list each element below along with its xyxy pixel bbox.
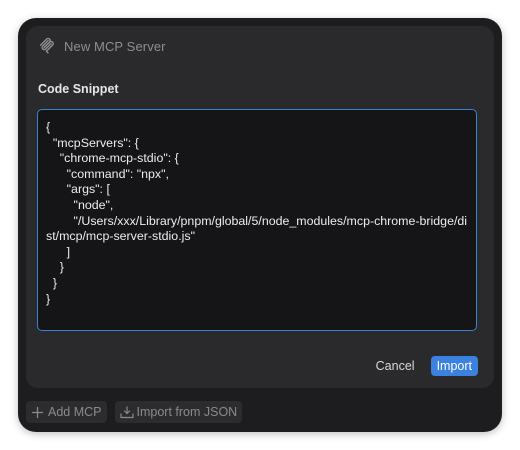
mcp-logo-icon bbox=[38, 37, 56, 55]
app-window: New MCP Server Code Snippet { "mcpServer… bbox=[18, 18, 502, 432]
import-button[interactable]: Import bbox=[430, 356, 478, 376]
dialog-header: New MCP Server bbox=[38, 37, 166, 55]
import-from-json-label: Import from JSON bbox=[136, 405, 238, 419]
cancel-button[interactable]: Cancel bbox=[370, 356, 421, 376]
dialog-actions: Cancel Import bbox=[370, 356, 478, 376]
import-from-json-button[interactable]: Import from JSON bbox=[114, 401, 243, 423]
add-mcp-button[interactable]: Add MCP bbox=[26, 401, 107, 423]
plus-icon bbox=[31, 406, 44, 419]
import-tray-icon bbox=[119, 405, 134, 419]
dialog-title: New MCP Server bbox=[64, 38, 166, 54]
footer-toolbar: Add MCP Import from JSON bbox=[26, 401, 243, 423]
new-mcp-server-dialog: New MCP Server Code Snippet { "mcpServer… bbox=[26, 26, 494, 388]
code-snippet-label: Code Snippet bbox=[38, 82, 119, 96]
add-mcp-label: Add MCP bbox=[48, 405, 102, 419]
code-snippet-editor[interactable]: { "mcpServers": { "chrome-mcp-stdio": { … bbox=[37, 109, 477, 331]
